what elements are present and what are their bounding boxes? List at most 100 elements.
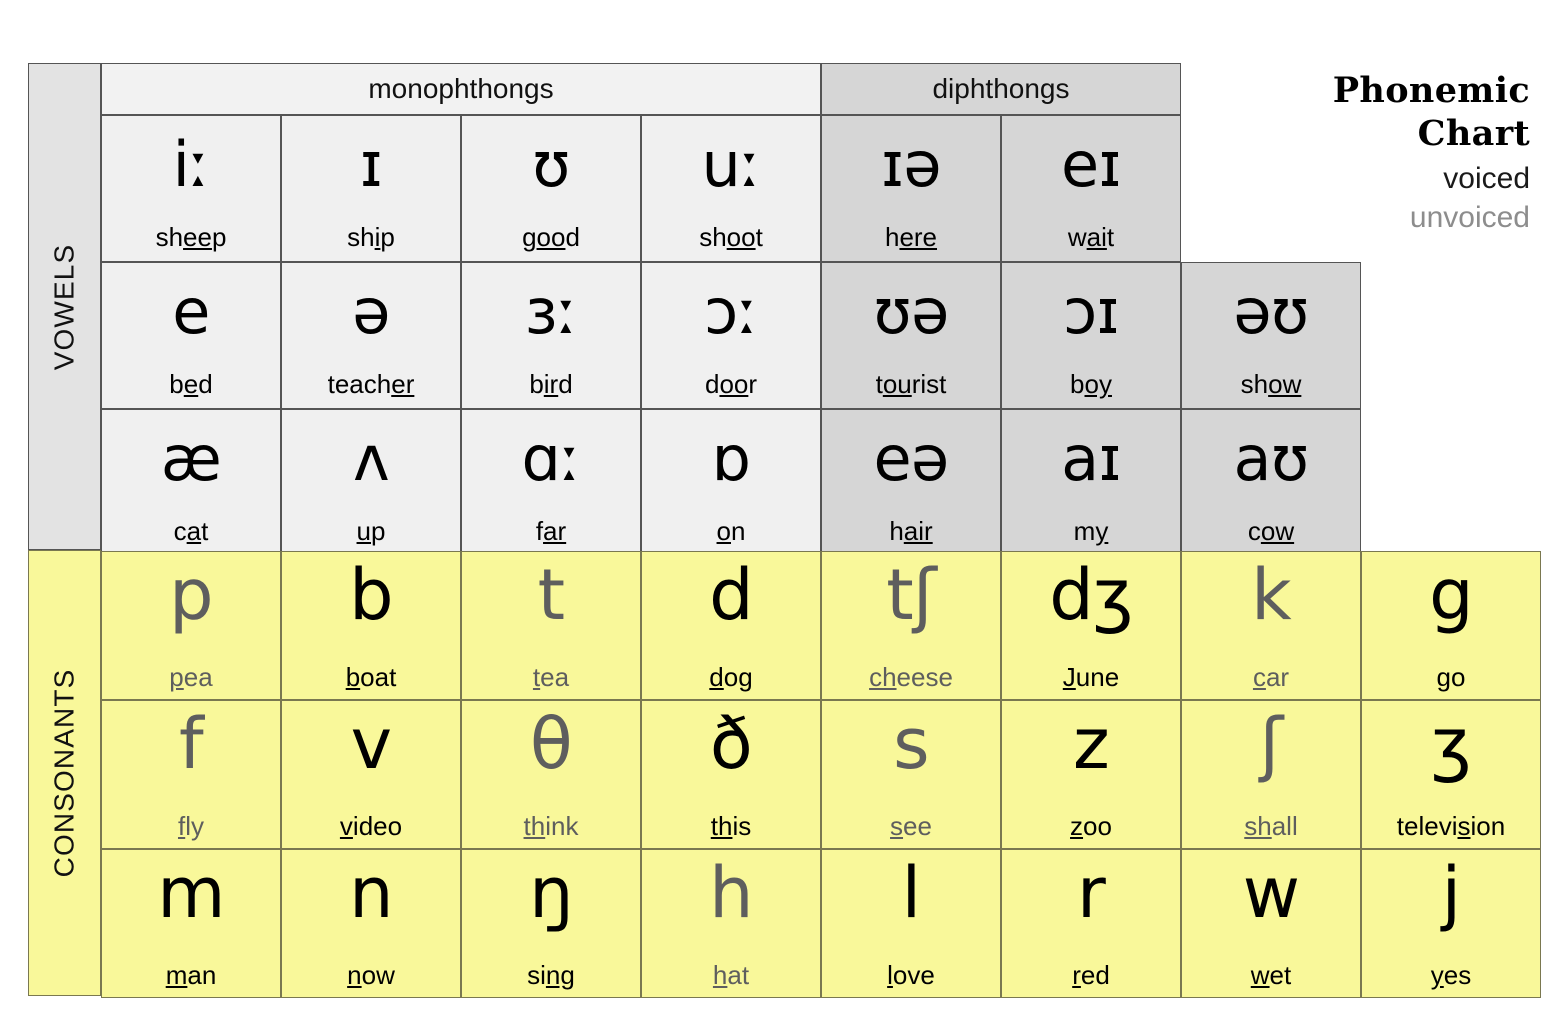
- vowel-cell-ɜː[interactable]: ɜː bird: [461, 262, 641, 409]
- consonant-cell-s[interactable]: s see: [821, 700, 1001, 849]
- phoneme-symbol: k: [1251, 554, 1292, 636]
- vowel-cell-iː[interactable]: iː sheep: [101, 115, 281, 262]
- vowel-cell-ʊ[interactable]: ʊ good: [461, 115, 641, 262]
- consonant-cell-ʃ[interactable]: ʃ shall: [1181, 700, 1361, 849]
- phoneme-symbol: l: [901, 852, 921, 934]
- side-label-consonants: CONSONANTS: [28, 550, 101, 996]
- vowel-cell-ɒ[interactable]: ɒ on: [641, 409, 821, 556]
- example-word: teacher: [327, 369, 415, 399]
- phoneme-symbol: ɪə: [881, 128, 942, 201]
- consonant-cell-k[interactable]: k car: [1181, 551, 1361, 700]
- consonant-cell-g[interactable]: g go: [1361, 551, 1541, 700]
- consonant-cell-r[interactable]: r red: [1001, 849, 1181, 998]
- page-title-line-1: Phonemic: [1332, 70, 1530, 111]
- vowel-cell-ɑː[interactable]: ɑː far: [461, 409, 641, 556]
- consonant-cell-θ[interactable]: θ think: [461, 700, 641, 849]
- phoneme-symbol: ŋ: [529, 852, 573, 934]
- example-word: now: [347, 960, 395, 990]
- consonant-cell-w[interactable]: w wet: [1181, 849, 1361, 998]
- phoneme-symbol: iː: [172, 128, 210, 201]
- diphthong-cell-ɔɪ[interactable]: ɔɪ boy: [1001, 262, 1181, 409]
- phoneme-symbol: ɜː: [524, 275, 578, 348]
- example-word: tourist: [875, 369, 947, 399]
- diphthong-cell-aʊ[interactable]: aʊ cow: [1181, 409, 1361, 556]
- example-word: June: [1062, 662, 1120, 692]
- example-word: love: [887, 960, 935, 990]
- consonant-cell-tʃ[interactable]: tʃ cheese: [821, 551, 1001, 700]
- side-label-consonants-text: CONSONANTS: [48, 668, 80, 878]
- phoneme-symbol: ʃ: [1259, 703, 1284, 785]
- consonant-cell-f[interactable]: f fly: [101, 700, 281, 849]
- consonant-cell-n[interactable]: n now: [281, 849, 461, 998]
- header-monophthongs-label: monophthongs: [368, 73, 554, 104]
- example-word: my: [1073, 516, 1109, 546]
- vowel-cell-æ[interactable]: æ cat: [101, 409, 281, 556]
- diphthong-cell-eə[interactable]: eə hair: [821, 409, 1001, 556]
- consonant-cell-h[interactable]: h hat: [641, 849, 821, 998]
- phoneme-symbol: ð: [709, 703, 753, 785]
- vowel-cell-ə[interactable]: ə teacher: [281, 262, 461, 409]
- consonant-cell-z[interactable]: z zoo: [1001, 700, 1181, 849]
- phoneme-symbol: m: [157, 852, 225, 934]
- example-word: bird: [529, 369, 573, 399]
- diphthong-cell-ʊə[interactable]: ʊə tourist: [821, 262, 1001, 409]
- phoneme-symbol: θ: [529, 703, 573, 785]
- example-word: sheep: [155, 222, 227, 252]
- example-word: boy: [1070, 369, 1112, 399]
- phoneme-symbol: aɪ: [1061, 422, 1121, 495]
- vowel-cell-ʌ[interactable]: ʌ up: [281, 409, 461, 556]
- phoneme-symbol: eɪ: [1061, 128, 1122, 201]
- phoneme-symbol: eə: [873, 422, 949, 495]
- diphthong-cell-eɪ[interactable]: eɪ wait: [1001, 115, 1181, 262]
- phoneme-symbol: ʒ: [1431, 703, 1471, 785]
- phoneme-symbol: e: [172, 275, 210, 348]
- example-word: shoot: [699, 222, 763, 252]
- example-word: ship: [347, 222, 395, 252]
- consonant-cell-d[interactable]: d dog: [641, 551, 821, 700]
- vowel-cell-e[interactable]: e bed: [101, 262, 281, 409]
- phoneme-symbol: g: [1429, 554, 1473, 636]
- header-monophthongs: monophthongs: [101, 63, 821, 115]
- phoneme-symbol: h: [709, 852, 753, 934]
- example-word: dog: [709, 662, 753, 692]
- consonant-cell-t[interactable]: t tea: [461, 551, 641, 700]
- phoneme-symbol: f: [179, 703, 204, 785]
- example-word: far: [535, 516, 567, 546]
- consonant-cell-b[interactable]: b boat: [281, 551, 461, 700]
- side-label-vowels: VOWELS: [28, 63, 101, 550]
- consonant-cell-ð[interactable]: ð this: [641, 700, 821, 849]
- example-word: wait: [1067, 222, 1115, 252]
- example-word: door: [704, 369, 758, 399]
- header-diphthongs-label: diphthongs: [932, 73, 1070, 104]
- phoneme-symbol: ɔɪ: [1063, 275, 1119, 348]
- consonant-cell-m[interactable]: m man: [101, 849, 281, 998]
- chart-title-block: Phonemic Chart voiced unvoiced: [1230, 70, 1530, 237]
- diphthong-cell-aɪ[interactable]: aɪ my: [1001, 409, 1181, 556]
- consonant-cell-j[interactable]: j yes: [1361, 849, 1541, 998]
- page-title-line-2: Chart: [1417, 112, 1530, 154]
- phoneme-symbol: w: [1242, 852, 1300, 934]
- diphthong-cell-əʊ[interactable]: əʊ show: [1181, 262, 1361, 409]
- example-word: television: [1396, 811, 1506, 841]
- consonant-cell-ʒ[interactable]: ʒ television: [1361, 700, 1541, 849]
- phoneme-symbol: ə: [352, 275, 390, 348]
- consonant-cell-v[interactable]: v video: [281, 700, 461, 849]
- phoneme-symbol: dʒ: [1049, 554, 1133, 636]
- consonant-cell-dʒ[interactable]: dʒ June: [1001, 551, 1181, 700]
- legend-voiced: voiced: [1443, 162, 1530, 196]
- example-word: tea: [532, 662, 570, 692]
- example-word: good: [522, 222, 580, 252]
- example-word: hair: [889, 516, 933, 546]
- example-word: go: [1436, 662, 1466, 692]
- consonant-cell-ŋ[interactable]: ŋ sing: [461, 849, 641, 998]
- vowel-cell-ɔː[interactable]: ɔː door: [641, 262, 821, 409]
- consonant-cell-l[interactable]: l love: [821, 849, 1001, 998]
- example-word: boat: [345, 662, 397, 692]
- example-word: video: [339, 811, 403, 841]
- vowel-cell-uː[interactable]: uː shoot: [641, 115, 821, 262]
- vowel-cell-ɪ[interactable]: ɪ ship: [281, 115, 461, 262]
- example-word: shall: [1244, 811, 1298, 841]
- diphthong-cell-ɪə[interactable]: ɪə here: [821, 115, 1001, 262]
- consonant-cell-p[interactable]: p pea: [101, 551, 281, 700]
- phoneme-symbol: ɑː: [521, 422, 581, 495]
